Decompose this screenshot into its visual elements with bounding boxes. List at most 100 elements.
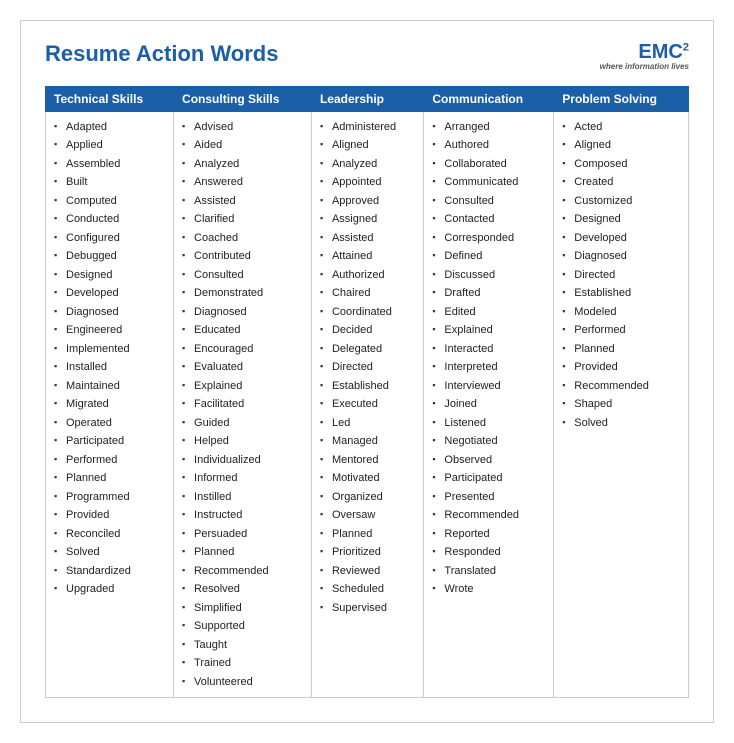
- list-item: Provided: [54, 506, 165, 525]
- list-item: Corresponded: [432, 229, 545, 248]
- list-item: Facilitated: [182, 395, 303, 414]
- list-item: Evaluated: [182, 358, 303, 377]
- list-item: Recommended: [182, 562, 303, 581]
- list-item: Directed: [562, 266, 680, 285]
- list-item: Taught: [182, 636, 303, 655]
- list-item: Modeled: [562, 303, 680, 322]
- list-item: Resolved: [182, 580, 303, 599]
- logo-text: EMC2: [638, 41, 689, 63]
- list-item: Simplified: [182, 599, 303, 618]
- list-item: Edited: [432, 303, 545, 322]
- list-item: Trained: [182, 654, 303, 673]
- column-header: Communication: [424, 86, 554, 111]
- column-cell: AdvisedAidedAnalyzedAnsweredAssistedClar…: [174, 111, 312, 698]
- list-item: Standardized: [54, 562, 165, 581]
- column-header: Problem Solving: [554, 86, 689, 111]
- column-cell: AdministeredAlignedAnalyzedAppointedAppr…: [311, 111, 423, 698]
- list-item: Aided: [182, 136, 303, 155]
- list-item: Diagnosed: [182, 303, 303, 322]
- list-item: Defined: [432, 247, 545, 266]
- list-item: Prioritized: [320, 543, 415, 562]
- list-item: Decided: [320, 321, 415, 340]
- list-item: Debugged: [54, 247, 165, 266]
- column-cell: ArrangedAuthoredCollaboratedCommunicated…: [424, 111, 554, 698]
- list-item: Participated: [54, 432, 165, 451]
- logo-name: EMC: [638, 41, 682, 63]
- resume-words-table: Technical SkillsConsulting SkillsLeaders…: [45, 86, 689, 699]
- list-item: Contacted: [432, 210, 545, 229]
- list-item: Developed: [562, 229, 680, 248]
- list-item: Informed: [182, 469, 303, 488]
- list-item: Assembled: [54, 155, 165, 174]
- list-item: Managed: [320, 432, 415, 451]
- list-item: Interviewed: [432, 377, 545, 396]
- list-item: Joined: [432, 395, 545, 414]
- list-item: Guided: [182, 414, 303, 433]
- column-header: Consulting Skills: [174, 86, 312, 111]
- list-item: Coordinated: [320, 303, 415, 322]
- list-item: Encouraged: [182, 340, 303, 359]
- list-item: Persuaded: [182, 525, 303, 544]
- list-item: Implemented: [54, 340, 165, 359]
- header: Resume Action Words EMC2 where informati…: [45, 41, 689, 72]
- list-item: Interacted: [432, 340, 545, 359]
- list-item: Presented: [432, 488, 545, 507]
- list-item: Performed: [562, 321, 680, 340]
- list-item: Computed: [54, 192, 165, 211]
- list-item: Contributed: [182, 247, 303, 266]
- list-item: Communicated: [432, 173, 545, 192]
- header-row: Technical SkillsConsulting SkillsLeaders…: [46, 86, 689, 111]
- list-item: Reported: [432, 525, 545, 544]
- word-list: ActedAlignedComposedCreatedCustomizedDes…: [562, 118, 680, 433]
- list-item: Observed: [432, 451, 545, 470]
- list-item: Motivated: [320, 469, 415, 488]
- list-item: Oversaw: [320, 506, 415, 525]
- list-item: Migrated: [54, 395, 165, 414]
- list-item: Assisted: [182, 192, 303, 211]
- page-title: Resume Action Words: [45, 41, 278, 67]
- list-item: Adapted: [54, 118, 165, 137]
- list-item: Translated: [432, 562, 545, 581]
- list-item: Executed: [320, 395, 415, 414]
- list-item: Built: [54, 173, 165, 192]
- list-item: Individualized: [182, 451, 303, 470]
- list-item: Designed: [54, 266, 165, 285]
- list-item: Interpreted: [432, 358, 545, 377]
- list-item: Consulted: [182, 266, 303, 285]
- table-header: Technical SkillsConsulting SkillsLeaders…: [46, 86, 689, 111]
- list-item: Solved: [562, 414, 680, 433]
- word-list: AdministeredAlignedAnalyzedAppointedAppr…: [320, 118, 415, 618]
- list-item: Performed: [54, 451, 165, 470]
- list-item: Answered: [182, 173, 303, 192]
- list-item: Drafted: [432, 284, 545, 303]
- list-item: Engineered: [54, 321, 165, 340]
- list-item: Established: [320, 377, 415, 396]
- list-item: Instructed: [182, 506, 303, 525]
- list-item: Conducted: [54, 210, 165, 229]
- list-item: Appointed: [320, 173, 415, 192]
- list-item: Administered: [320, 118, 415, 137]
- page: Resume Action Words EMC2 where informati…: [20, 20, 714, 723]
- list-item: Analyzed: [320, 155, 415, 174]
- list-item: Led: [320, 414, 415, 433]
- table-body: AdaptedAppliedAssembledBuiltComputedCond…: [46, 111, 689, 698]
- list-item: Diagnosed: [54, 303, 165, 322]
- list-item: Diagnosed: [562, 247, 680, 266]
- list-item: Developed: [54, 284, 165, 303]
- list-item: Negotiated: [432, 432, 545, 451]
- list-item: Volunteered: [182, 673, 303, 692]
- list-item: Approved: [320, 192, 415, 211]
- list-item: Consulted: [432, 192, 545, 211]
- list-item: Reviewed: [320, 562, 415, 581]
- list-item: Organized: [320, 488, 415, 507]
- list-item: Educated: [182, 321, 303, 340]
- list-item: Acted: [562, 118, 680, 137]
- list-item: Planned: [54, 469, 165, 488]
- word-list: AdaptedAppliedAssembledBuiltComputedCond…: [54, 118, 165, 599]
- list-item: Clarified: [182, 210, 303, 229]
- list-item: Advised: [182, 118, 303, 137]
- list-item: Instilled: [182, 488, 303, 507]
- list-item: Coached: [182, 229, 303, 248]
- list-item: Delegated: [320, 340, 415, 359]
- list-item: Assisted: [320, 229, 415, 248]
